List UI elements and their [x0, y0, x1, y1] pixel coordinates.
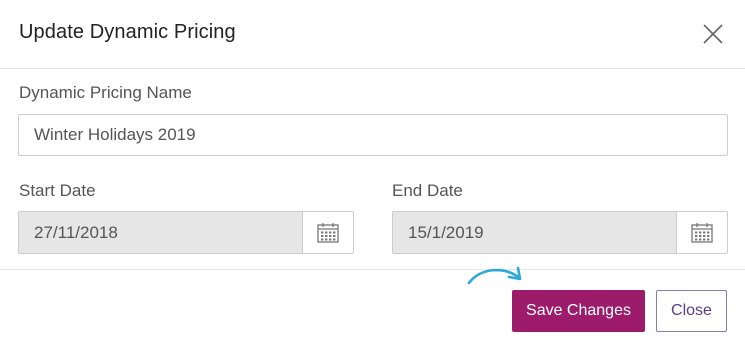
dialog-title: Update Dynamic Pricing [19, 21, 236, 43]
end-date-label: End Date [392, 181, 463, 200]
close-icon[interactable] [701, 22, 725, 46]
close-button[interactable]: Close [656, 290, 727, 332]
calendar-icon [691, 222, 713, 243]
save-changes-button[interactable]: Save Changes [512, 290, 645, 332]
update-dynamic-pricing-dialog: Update Dynamic Pricing Dynamic Pricing N… [0, 0, 745, 345]
dialog-header: Update Dynamic Pricing [0, 0, 745, 69]
start-date-calendar-button[interactable] [302, 211, 354, 254]
footer-divider [0, 269, 745, 270]
start-date-input[interactable] [18, 211, 302, 254]
end-date-input[interactable] [392, 211, 676, 254]
calendar-icon [317, 222, 339, 243]
curved-arrow-icon [467, 266, 522, 285]
pricing-name-label: Dynamic Pricing Name [19, 83, 192, 102]
end-date-calendar-button[interactable] [676, 211, 728, 254]
start-date-label: Start Date [19, 181, 96, 200]
pricing-name-input[interactable] [18, 114, 728, 156]
